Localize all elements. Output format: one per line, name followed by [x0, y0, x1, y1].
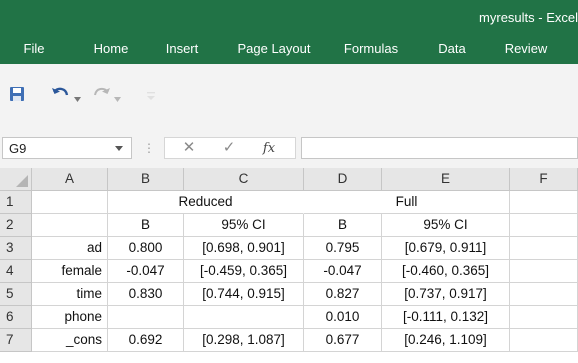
cell-b2[interactable]: B: [108, 214, 184, 237]
cell-f7[interactable]: [510, 329, 578, 352]
select-all-button[interactable]: [0, 168, 32, 191]
undo-icon[interactable]: [51, 85, 71, 108]
cell-c2[interactable]: 95% CI: [184, 214, 304, 237]
ribbon-tabs: File Home Insert Page Layout Formulas Da…: [0, 34, 578, 64]
formula-bar-grip-icon: ⋮: [143, 141, 155, 155]
cell-a5[interactable]: time: [32, 283, 108, 306]
redo-icon[interactable]: [91, 85, 111, 108]
row-header-7[interactable]: 7: [0, 329, 32, 352]
cell-a6[interactable]: phone: [32, 306, 108, 329]
cell-d4[interactable]: -0.047: [304, 260, 382, 283]
quick-access-toolbar: [0, 64, 578, 128]
tab-data[interactable]: Data: [432, 34, 472, 64]
cell-f5[interactable]: [510, 283, 578, 306]
cell-d5[interactable]: 0.827: [304, 283, 382, 306]
cell-c5[interactable]: [0.744, 0.915]: [184, 283, 304, 306]
cell-b5[interactable]: 0.830: [108, 283, 184, 306]
cell-d7[interactable]: 0.677: [304, 329, 382, 352]
cell-c7[interactable]: [0.298, 1.087]: [184, 329, 304, 352]
cell-e4[interactable]: [-0.460, 0.365]: [382, 260, 510, 283]
cell-e7[interactable]: [0.246, 1.109]: [382, 329, 510, 352]
cell-b7[interactable]: 0.692: [108, 329, 184, 352]
cell-b4[interactable]: -0.047: [108, 260, 184, 283]
select-all-icon: [16, 175, 28, 187]
row-header-5[interactable]: 5: [0, 283, 32, 306]
redo-dropdown-icon[interactable]: [114, 90, 121, 108]
row-header-6[interactable]: 6: [0, 306, 32, 329]
tab-home[interactable]: Home: [84, 34, 138, 64]
cell-a2[interactable]: [32, 214, 108, 237]
title-bar: myresults - Excel: [0, 0, 578, 34]
cell-e3[interactable]: [0.679, 0.911]: [382, 237, 510, 260]
cell-f6[interactable]: [510, 306, 578, 329]
undo-dropdown-icon[interactable]: [74, 90, 81, 108]
formula-buttons: ✕ ✓ fx: [164, 137, 296, 159]
save-icon[interactable]: [9, 86, 25, 107]
tab-insert[interactable]: Insert: [157, 34, 207, 64]
row-header-4[interactable]: 4: [0, 260, 32, 283]
name-box-dropdown-icon[interactable]: [115, 146, 123, 151]
cell-c6[interactable]: [184, 306, 304, 329]
cell-a1[interactable]: [32, 191, 108, 214]
formula-bar: G9 ⋮ ✕ ✓ fx: [0, 128, 578, 168]
column-header-e[interactable]: E: [382, 168, 510, 191]
insert-function-button[interactable]: fx: [253, 138, 285, 158]
name-box-value: G9: [9, 141, 27, 156]
tab-review[interactable]: Review: [497, 34, 555, 64]
name-box[interactable]: G9: [2, 137, 132, 159]
column-header-f[interactable]: F: [510, 168, 578, 191]
cell-f3[interactable]: [510, 237, 578, 260]
row-header-3[interactable]: 3: [0, 237, 32, 260]
cell-c4[interactable]: [-0.459, 0.365]: [184, 260, 304, 283]
column-header-a[interactable]: A: [32, 168, 108, 191]
cell-e6[interactable]: [-0.111, 0.132]: [382, 306, 510, 329]
row-header-1[interactable]: 1: [0, 191, 32, 214]
cell-b3[interactable]: 0.800: [108, 237, 184, 260]
cell-a4[interactable]: female: [32, 260, 108, 283]
cell-f2[interactable]: [510, 214, 578, 237]
cell-b1-reduced-header[interactable]: Reduced: [108, 191, 304, 214]
column-header-c[interactable]: C: [184, 168, 304, 191]
cell-d3[interactable]: 0.795: [304, 237, 382, 260]
cell-d1-full-header[interactable]: Full: [304, 191, 510, 214]
enter-icon[interactable]: ✓: [213, 138, 245, 158]
window-title: myresults - Excel: [479, 10, 578, 25]
cell-f4[interactable]: [510, 260, 578, 283]
cell-a3[interactable]: ad: [32, 237, 108, 260]
cell-a7[interactable]: _cons: [32, 329, 108, 352]
insert-function-icon: fx: [262, 141, 276, 156]
tab-file[interactable]: File: [16, 34, 52, 64]
row-header-2[interactable]: 2: [0, 214, 32, 237]
cell-d2[interactable]: B: [304, 214, 382, 237]
formula-input[interactable]: [301, 137, 578, 159]
cell-e2[interactable]: 95% CI: [382, 214, 510, 237]
cell-c3[interactable]: [0.698, 0.901]: [184, 237, 304, 260]
cell-f1[interactable]: [510, 191, 578, 214]
tab-formulas[interactable]: Formulas: [335, 34, 407, 64]
column-header-b[interactable]: B: [108, 168, 184, 191]
tab-page-layout[interactable]: Page Layout: [228, 34, 320, 64]
cancel-icon[interactable]: ✕: [173, 138, 205, 158]
column-header-d[interactable]: D: [304, 168, 382, 191]
cell-b6[interactable]: [108, 306, 184, 329]
cell-e5[interactable]: [0.737, 0.917]: [382, 283, 510, 306]
cell-d6[interactable]: 0.010: [304, 306, 382, 329]
customize-toolbar-icon[interactable]: [146, 88, 156, 106]
